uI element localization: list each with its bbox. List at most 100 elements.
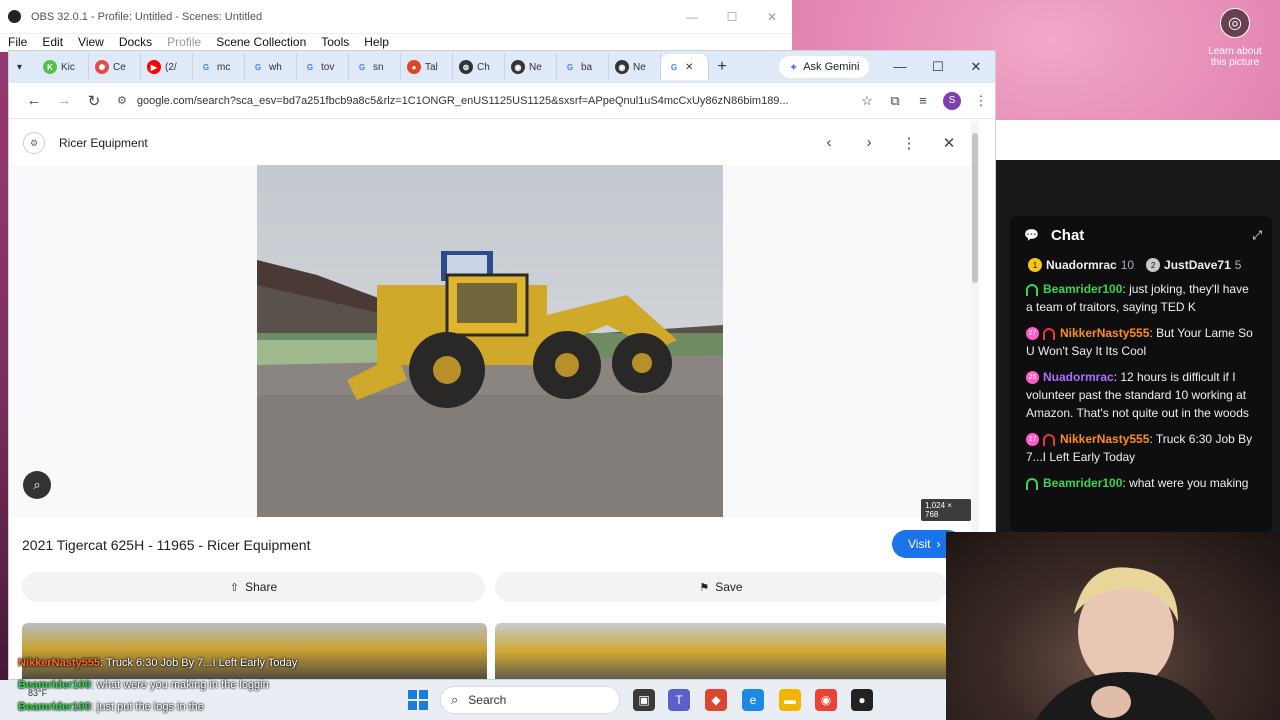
close-icon[interactable]: ✕ (957, 59, 995, 75)
menu-scene-collection[interactable]: Scene Collection (216, 35, 306, 49)
tab-item[interactable]: Gsn (349, 54, 401, 80)
menu-tools[interactable]: Tools (321, 35, 349, 49)
menu-kebab-icon[interactable]: ⋮ (967, 93, 995, 109)
extensions-icon[interactable]: ⧉ (881, 93, 909, 109)
tab-item[interactable]: ✺ Ce (89, 54, 141, 80)
leader-name[interactable]: Nuadormrac (1046, 258, 1117, 272)
chat-messages: Beamrider100: just joking, they'll have … (1010, 276, 1272, 496)
media-control-icon[interactable]: ≡ (909, 93, 937, 108)
minimize-icon[interactable]: — (881, 59, 919, 75)
preview-image[interactable] (257, 165, 723, 517)
overlay-username: NikkerNasty555 (18, 657, 100, 669)
chat-message: Beamrider100: just joking, they'll have … (1026, 282, 1249, 314)
chat-username[interactable]: Beamrider100 (1043, 282, 1122, 296)
minimize-icon[interactable]: — (672, 10, 712, 24)
previous-icon[interactable]: ‹ (809, 134, 849, 152)
tab-item[interactable]: Gtov (297, 54, 349, 80)
overlay-text: Truck 6:30 Job By 7...I Left Early Today (105, 657, 298, 669)
new-tab-icon[interactable]: + (709, 58, 735, 76)
google-lens-icon[interactable]: ⌕ (23, 471, 51, 499)
menu-profile[interactable]: Profile (167, 35, 201, 49)
teams-icon[interactable]: T (668, 689, 690, 711)
maximize-icon[interactable]: ☐ (712, 10, 752, 24)
tab-item[interactable]: Gmc (193, 54, 245, 80)
tab-google-active[interactable]: G ✕ (661, 54, 709, 80)
file-explorer-icon[interactable]: ▬ (779, 689, 801, 711)
result-title[interactable]: 2021 Tigercat 625H - 11965 - Ricer Equip… (22, 537, 310, 553)
bookmark-star-icon[interactable]: ☆ (853, 93, 881, 109)
tab-item[interactable]: K Kic (37, 54, 89, 80)
learn-about-label: Learn about this picture (1208, 46, 1262, 68)
tab-item[interactable]: ⊛ Ch (453, 54, 505, 80)
chrome-icon[interactable]: ◉ (815, 689, 837, 711)
menu-file[interactable]: File (8, 35, 27, 49)
site-logo-icon: ⚙ (23, 132, 45, 154)
stream-chat-overlay: NikkerNasty555: Truck 6:30 Job By 7...I … (0, 652, 420, 718)
tab-item[interactable]: Gba (557, 54, 609, 80)
google-icon: G (670, 62, 678, 72)
menu-help[interactable]: Help (364, 35, 389, 49)
chat-message: Beamrider100: what were you making (1010, 470, 1272, 496)
viewer-header: ⚙ Ricer Equipment ‹ › ⋮ ✕ (9, 121, 979, 165)
overlay-chat-line: Beamrider100: what were you making in th… (18, 679, 269, 691)
site-name[interactable]: Ricer Equipment (59, 136, 148, 150)
tab-search-chevron-icon[interactable]: ▾ (17, 62, 37, 73)
chat-message: 25 Nuadormrac: 12 hours is difficult if I… (1026, 370, 1249, 420)
copilot-icon[interactable]: ◆ (705, 689, 727, 711)
profile-avatar[interactable]: S (943, 91, 961, 110)
taskbar-search-label: Search (468, 693, 507, 707)
close-icon[interactable]: ✕ (752, 10, 792, 24)
bookmark-icon: ⚑ (699, 581, 710, 594)
tab-item[interactable]: ● Tal (401, 54, 453, 80)
share-button[interactable]: ⇧ Share (22, 572, 485, 602)
related-image-thumbnail[interactable] (495, 623, 947, 679)
tab-favicon-icon: G (202, 62, 210, 72)
menu-view[interactable]: View (78, 35, 104, 49)
tab-favicon-icon: ✺ (95, 60, 109, 74)
obs-taskbar-icon[interactable]: ● (851, 689, 873, 711)
menu-edit[interactable]: Edit (42, 35, 63, 49)
browser-toolbar: ← → ↻ ⚙ google.com/search?sca_esv=bd7a25… (9, 83, 995, 119)
menu-docks[interactable]: Docks (119, 35, 152, 49)
reload-icon[interactable]: ↻ (79, 92, 109, 110)
scrollbar-thumb[interactable] (972, 133, 978, 283)
tab-close-icon[interactable]: ✕ (685, 62, 693, 73)
leader-name[interactable]: JustDave71 (1164, 258, 1231, 272)
chat-username[interactable]: Nuadormrac (1043, 370, 1114, 384)
address-bar[interactable]: ⚙ google.com/search?sca_esv=bd7a251fbcb9… (109, 88, 853, 114)
tab-item[interactable]: ◉ Ne (505, 54, 557, 80)
helmet-badge-icon (1043, 433, 1055, 446)
back-icon[interactable]: ← (19, 92, 49, 109)
tab-label: sn (373, 61, 384, 73)
more-options-icon[interactable]: ⋮ (889, 134, 929, 152)
tab-label: Ne (529, 61, 542, 73)
obs-menu-bar: File Edit View Docks Profile Scene Colle… (0, 32, 792, 52)
chat-username[interactable]: Beamrider100 (1043, 476, 1122, 490)
maximize-icon[interactable]: ☐ (919, 59, 957, 75)
next-icon[interactable]: › (849, 134, 889, 152)
close-viewer-icon[interactable]: ✕ (929, 134, 969, 152)
popout-icon[interactable]: ⤢ (1252, 228, 1262, 243)
leader-count: 10 (1120, 258, 1135, 272)
tab-favicon-icon: ⊛ (459, 60, 473, 74)
chat-username[interactable]: NikkerNasty555 (1060, 432, 1149, 446)
edge-icon[interactable]: e (742, 689, 764, 711)
tab-label: wh (269, 61, 282, 73)
image-dimensions: 1,024 × 768 (921, 499, 971, 521)
site-info-icon[interactable]: ⚙ (117, 94, 127, 107)
tab-item[interactable]: ▶ (2/ (141, 54, 193, 80)
learn-about-picture[interactable]: ◎ Learn about this picture (1200, 8, 1270, 68)
share-label: Share (245, 580, 278, 594)
forward-icon[interactable]: → (49, 92, 79, 109)
tab-item[interactable]: ◉ Ne (609, 54, 661, 80)
tab-label: Ce (113, 61, 126, 73)
task-view-icon[interactable]: ▣ (633, 689, 655, 711)
taskbar-search[interactable]: ⌕ Search (440, 686, 620, 714)
tab-favicon-icon: ◉ (615, 60, 629, 74)
save-button[interactable]: ⚑ Save (495, 572, 947, 602)
ask-gemini-button[interactable]: ✦ Ask Gemini (779, 56, 870, 78)
chat-username[interactable]: NikkerNasty555 (1060, 326, 1149, 340)
tab-item[interactable]: Gwh (245, 54, 297, 80)
helmet-badge-icon (1026, 477, 1038, 490)
tab-favicon-icon: ▶ (147, 60, 161, 74)
